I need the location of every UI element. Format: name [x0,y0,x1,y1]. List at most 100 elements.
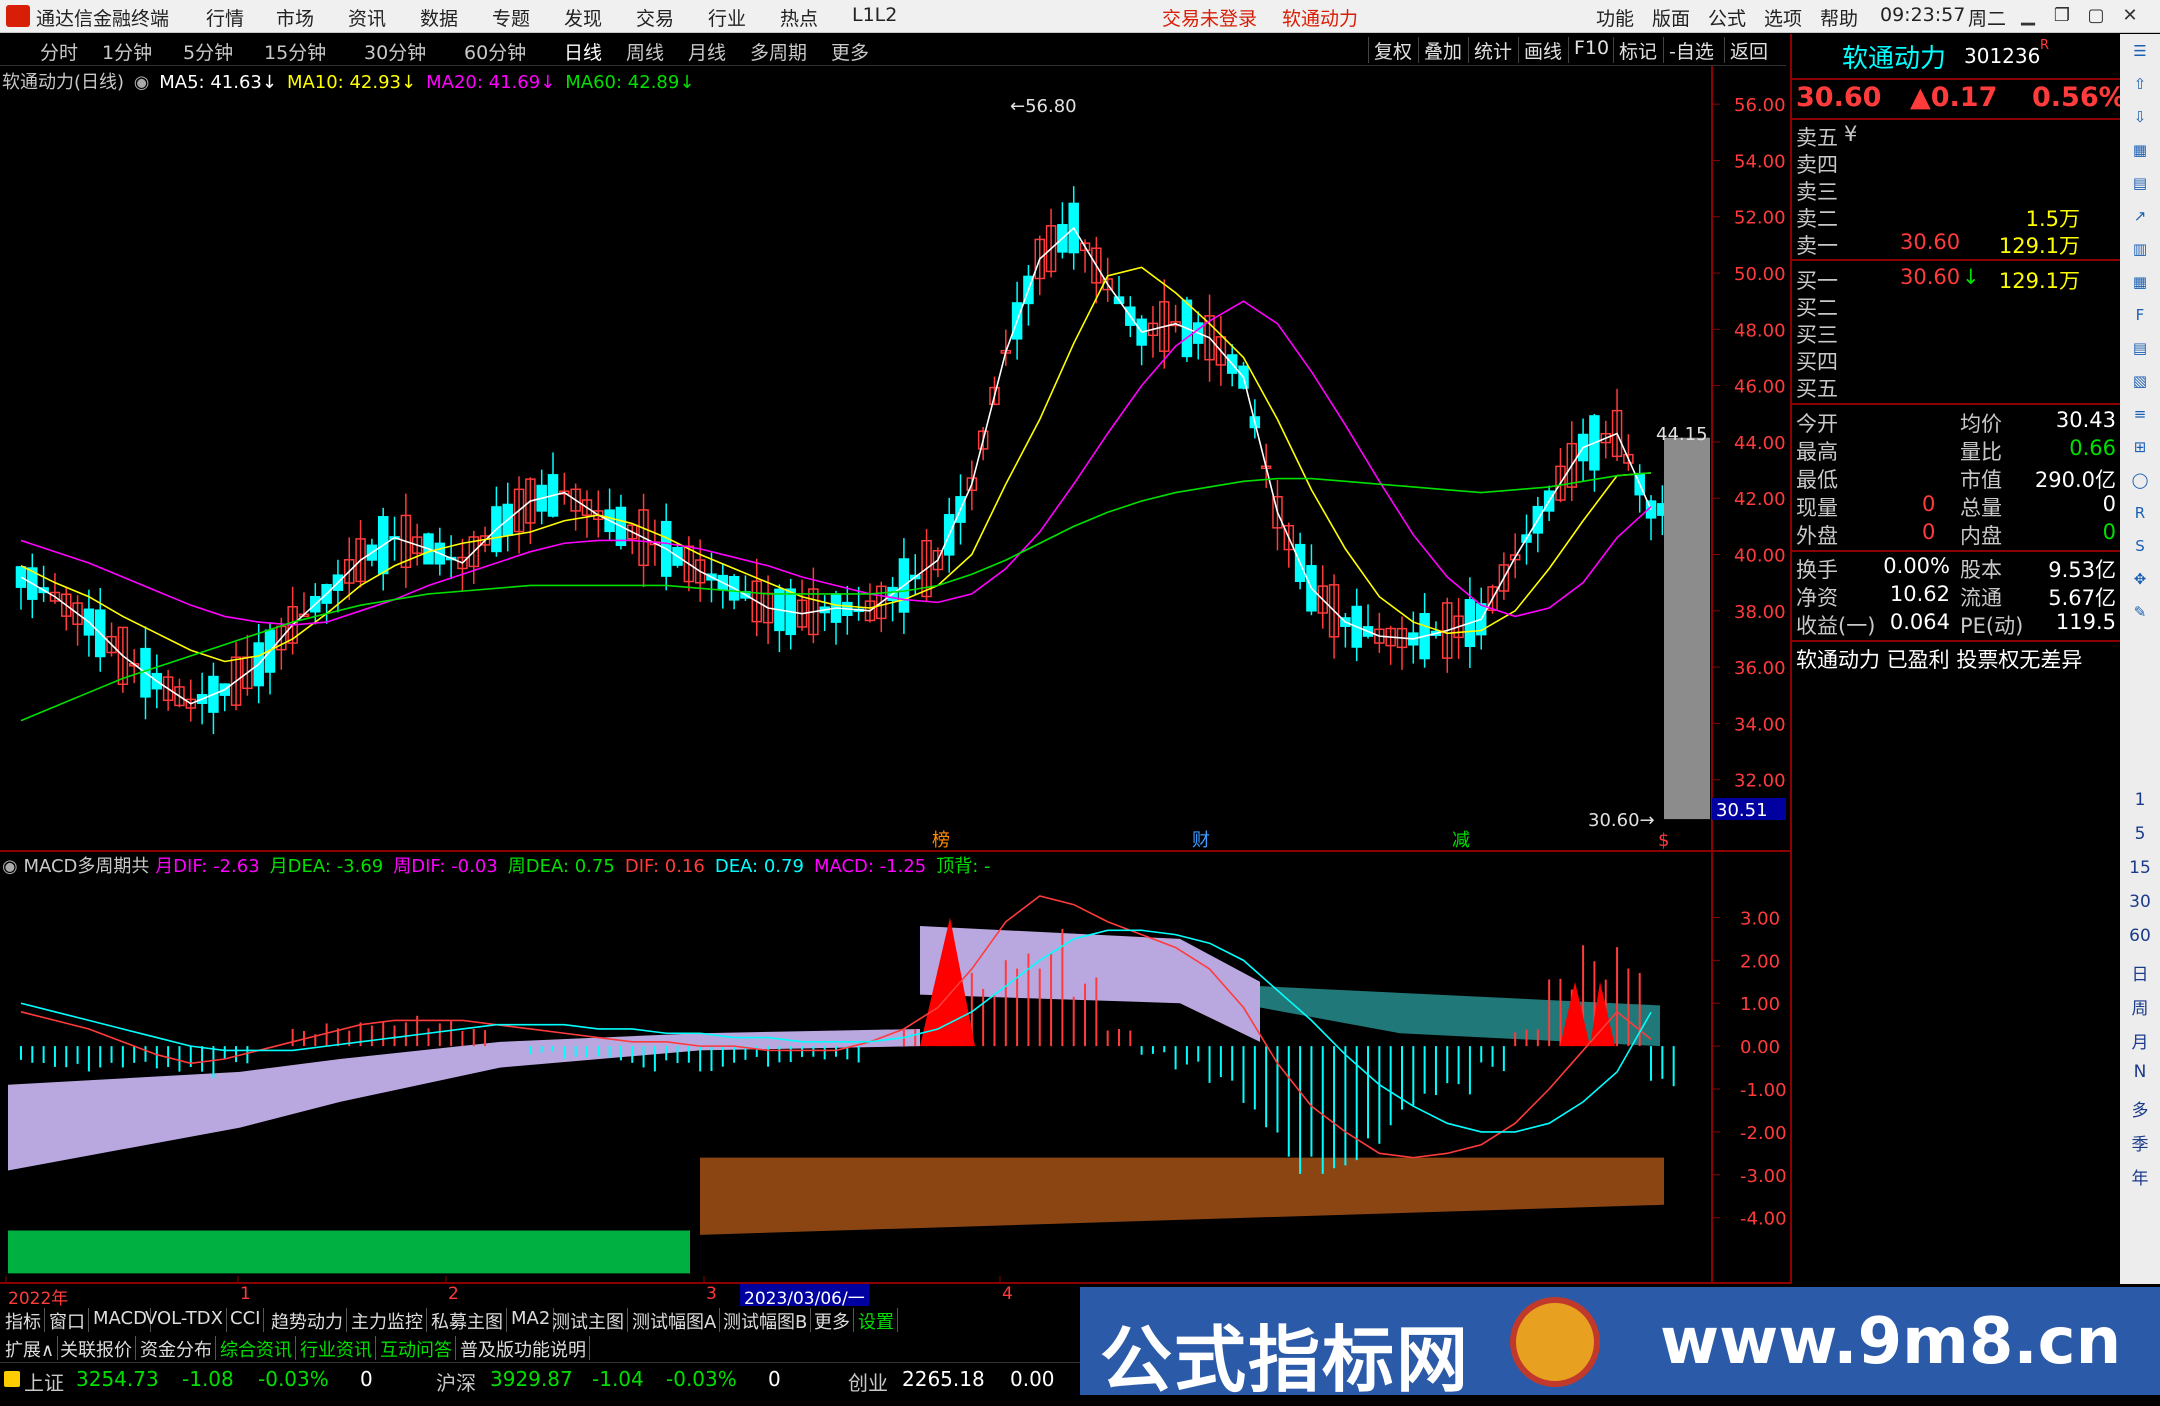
chart-tool-button[interactable]: -自选 [1663,37,1719,63]
side-tool-icon[interactable]: ⇩ [2128,108,2152,130]
side-tool-icon[interactable]: ◯ [2128,471,2152,493]
side-tool-icon[interactable]: R [2128,504,2152,526]
cy-index-name[interactable]: 创业 [848,1367,888,1396]
menu-item[interactable]: 数据 [420,4,458,31]
indicator-tab[interactable]: 趋势动力 [268,1308,347,1333]
info-tab[interactable]: 普及版功能说明 [457,1336,590,1361]
indicator-tab[interactable]: 主力监控 [348,1308,427,1333]
side-tool-icon[interactable]: ▧ [2128,372,2152,394]
chart-tool-button[interactable]: 画线 [1518,37,1567,63]
indicator-tab[interactable]: CCI [227,1308,265,1332]
menu-item[interactable]: 热点 [780,4,818,31]
menu-item[interactable]: 交易 [636,4,674,31]
hs-index-name[interactable]: 沪深 [436,1367,476,1396]
period-tab[interactable]: 15分钟 [264,38,326,65]
period-tab[interactable]: 周线 [626,38,664,65]
period-tab[interactable]: 月线 [688,38,726,65]
menu-item[interactable]: 发现 [564,4,602,31]
chart-tool-button[interactable]: 统计 [1468,37,1517,63]
menu-item[interactable]: 专题 [492,4,530,31]
side-tool-icon[interactable]: ☰ [2128,42,2152,64]
indicator-tab[interactable]: 更多 [811,1308,854,1333]
period-tab[interactable]: 分时 [40,38,78,65]
event-marker[interactable]: 减 [1452,830,1470,851]
menu-item[interactable]: 资讯 [348,4,386,31]
ask-price[interactable]: 30.60 [1900,230,1960,254]
side-tool-icon[interactable]: ▥ [2128,240,2152,262]
chart-tool-button[interactable]: F10 [1568,37,1614,63]
period-tab[interactable]: 1分钟 [102,38,152,65]
indicator-tab[interactable]: 测试幅图A [629,1308,721,1333]
period-shortcut[interactable]: 多 [2120,1096,2160,1121]
info-tab[interactable]: 关联报价 [57,1336,136,1361]
period-shortcut[interactable]: 月 [2120,1028,2160,1053]
period-shortcut[interactable]: 30 [2120,892,2160,912]
menu-item[interactable]: 行业 [708,4,746,31]
side-tool-icon[interactable]: ↗ [2128,207,2152,229]
side-tool-icon[interactable]: S [2128,537,2152,559]
right-menu-item[interactable]: 公式 [1708,4,1746,31]
period-shortcut[interactable]: N [2120,1062,2160,1082]
chart-tool-button[interactable]: 复权 [1368,37,1417,63]
chart-tool-button[interactable]: 标记 [1613,37,1662,63]
side-tool-icon[interactable]: ▤ [2128,174,2152,196]
side-tool-icon[interactable]: ✎ [2128,603,2152,625]
period-shortcut[interactable]: 季 [2120,1130,2160,1155]
period-shortcut[interactable]: 60 [2120,926,2160,946]
indicator-tab[interactable]: 测试主图 [549,1308,628,1333]
indicator-tab[interactable]: 设置 [855,1308,898,1333]
side-tool-icon[interactable]: ≡ [2128,405,2152,427]
period-tab[interactable]: 日线 [564,38,602,65]
indicator-tab[interactable]: 窗口 [46,1308,89,1333]
side-tool-icon[interactable]: ▦ [2128,273,2152,295]
side-tool-icon[interactable]: ▤ [2128,339,2152,361]
info-tab[interactable]: 行业资讯 [297,1336,376,1361]
macd-settings-icon[interactable]: ◉ [2,856,18,877]
info-tab[interactable]: 扩展∧ [2,1336,59,1361]
indicator-tab[interactable]: 测试幅图B [720,1308,812,1333]
chart-tool-button[interactable]: 叠加 [1418,37,1467,63]
period-tab[interactable]: 更多 [831,38,869,65]
period-shortcut[interactable]: 日 [2120,960,2160,985]
side-tool-icon[interactable]: ⊞ [2128,438,2152,460]
maximize-icon[interactable]: ▢ [2080,3,2112,29]
indicator-tab[interactable]: VOL-TDX [142,1308,227,1332]
status-indicator-icon[interactable] [4,1371,20,1387]
period-shortcut[interactable]: 5 [2120,824,2160,844]
login-status[interactable]: 交易未登录 [1162,4,1257,31]
menu-item[interactable]: L1L2 [852,4,897,26]
event-marker[interactable]: 榜 [932,830,950,851]
info-tab[interactable]: 综合资讯 [217,1336,296,1361]
side-tool-icon[interactable]: ⇧ [2128,75,2152,97]
period-tab[interactable]: 多周期 [750,38,807,65]
restore-icon[interactable]: ❐ [2046,3,2078,29]
menu-item[interactable]: 行情 [206,4,244,31]
bid-price[interactable]: 30.60 [1900,265,1960,289]
info-tab[interactable]: 资金分布 [137,1336,216,1361]
right-menu-item[interactable]: 功能 [1596,4,1634,31]
event-marker[interactable]: $ [1658,830,1669,851]
chart-area[interactable]: ←56.80 44.15 30.60→ 30.51 榜 财 减 $ 56.00 54.00 52.… [0,66,1790,1284]
period-shortcut[interactable]: 周 [2120,994,2160,1019]
event-marker[interactable]: 财 [1192,830,1210,851]
period-shortcut[interactable]: 1 [2120,790,2160,810]
menu-item[interactable]: 市场 [276,4,314,31]
chart-tool-button[interactable]: 返回 [1724,37,1773,63]
period-tab[interactable]: 30分钟 [364,38,426,65]
period-shortcut[interactable]: 15 [2120,858,2160,878]
sh-index-name[interactable]: 上证 [24,1367,64,1396]
info-tab[interactable]: 互动问答 [377,1336,456,1361]
indicator-tab[interactable]: 指标 [2,1308,45,1333]
right-menu-item[interactable]: 版面 [1652,4,1690,31]
settings-circle-icon[interactable]: ◉ [134,72,150,93]
period-tab[interactable]: 5分钟 [183,38,233,65]
side-tool-icon[interactable]: ✥ [2128,570,2152,592]
close-icon[interactable]: ✕ [2114,3,2146,29]
period-tab[interactable]: 60分钟 [464,38,526,65]
side-tool-icon[interactable]: F [2128,306,2152,328]
side-tool-icon[interactable]: ▦ [2128,141,2152,163]
period-shortcut[interactable]: 年 [2120,1164,2160,1189]
minimize-icon[interactable]: ▁ [2012,3,2044,29]
right-menu-item[interactable]: 选项 [1764,4,1802,31]
indicator-tab[interactable]: MA2 [508,1308,555,1332]
